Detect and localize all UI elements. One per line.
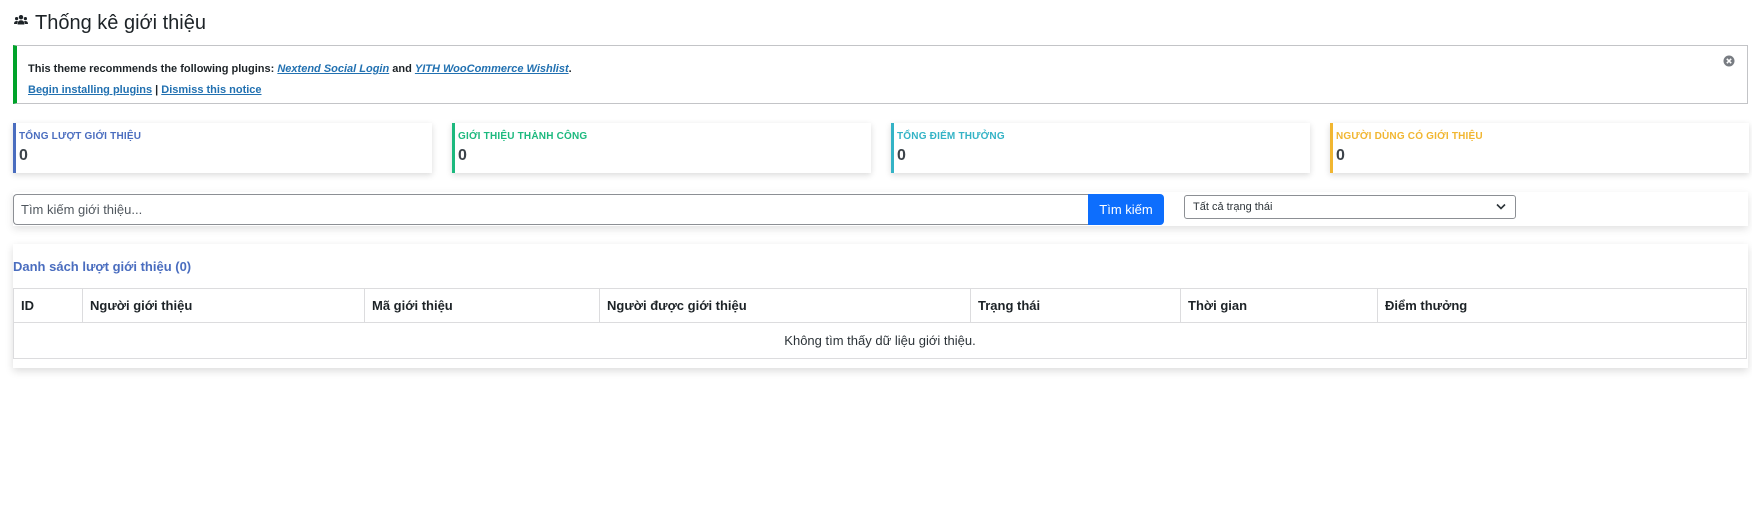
stat-card-successful-referrals: GIỚI THIỆU THÀNH CÔNG 0	[452, 123, 871, 173]
column-header-status: Trạng thái	[970, 288, 1181, 323]
chevron-down-icon	[1496, 203, 1506, 210]
status-filter-select[interactable]: Tất cả trạng thái	[1184, 195, 1516, 219]
page-header: Thống kê giới thiệu	[14, 12, 206, 35]
column-header-referred-user: Người được giới thiệu	[599, 288, 971, 323]
stat-card-total-reward-points: TỔNG ĐIỂM THƯỞNG 0	[891, 123, 1310, 173]
notice-message: This theme recommends the following plug…	[28, 63, 1747, 75]
stat-value: 0	[19, 147, 28, 164]
close-icon[interactable]	[1723, 55, 1735, 67]
stat-label: GIỚI THIỆU THÀNH CÔNG	[458, 131, 588, 142]
stat-card-users-with-referrals: NGƯỜI DÙNG CÓ GIỚI THIỆU 0	[1330, 123, 1749, 173]
column-header-reward-points: Điểm thưởng	[1377, 288, 1747, 323]
notice-and: and	[389, 63, 415, 75]
status-filter-value: Tất cả trạng thái	[1193, 201, 1273, 213]
stat-value: 0	[1336, 147, 1345, 164]
begin-installing-link[interactable]: Begin installing plugins	[28, 84, 152, 96]
stat-card-total-referrals: TỔNG LƯỢT GIỚI THIỆU 0	[13, 123, 432, 173]
list-title: Danh sách lượt giới thiệu (0)	[13, 259, 192, 274]
notice-separator: |	[152, 84, 162, 96]
table-header-row: ID Người giới thiệu Mã giới thiệu Người …	[13, 288, 1747, 323]
plugin-link-nextend[interactable]: Nextend Social Login	[277, 63, 389, 75]
page-title: Thống kê giới thiệu	[35, 12, 206, 34]
notice-actions: Begin installing plugins | Dismiss this …	[28, 84, 1747, 96]
stat-label: TỔNG ĐIỂM THƯỞNG	[897, 131, 1005, 142]
column-header-time: Thời gian	[1180, 288, 1378, 323]
plugin-link-yith[interactable]: YITH WooCommerce Wishlist	[415, 63, 569, 75]
referral-table: ID Người giới thiệu Mã giới thiệu Người …	[13, 288, 1747, 359]
users-icon	[14, 14, 28, 24]
search-input[interactable]	[13, 194, 1088, 225]
search-button[interactable]: Tìm kiếm	[1088, 194, 1164, 225]
stat-label: NGƯỜI DÙNG CÓ GIỚI THIỆU	[1336, 131, 1483, 142]
search-panel: Tìm kiếm Tất cả trạng thái	[13, 192, 1748, 226]
column-header-referral-code: Mã giới thiệu	[364, 288, 600, 323]
column-header-referrer: Người giới thiệu	[82, 288, 365, 323]
empty-message: Không tìm thấy dữ liệu giới thiệu.	[13, 322, 1747, 359]
plugin-notice: This theme recommends the following plug…	[13, 45, 1748, 104]
notice-prefix: This theme recommends the following plug…	[28, 63, 278, 75]
stat-label: TỔNG LƯỢT GIỚI THIỆU	[19, 131, 142, 142]
table-row: Không tìm thấy dữ liệu giới thiệu.	[13, 322, 1747, 359]
notice-suffix: .	[568, 63, 572, 75]
stat-value: 0	[458, 147, 467, 164]
column-header-id: ID	[13, 288, 83, 323]
stat-value: 0	[897, 147, 906, 164]
dismiss-notice-link[interactable]: Dismiss this notice	[161, 84, 261, 96]
referral-list-panel: Danh sách lượt giới thiệu (0) ID Người g…	[13, 244, 1748, 368]
